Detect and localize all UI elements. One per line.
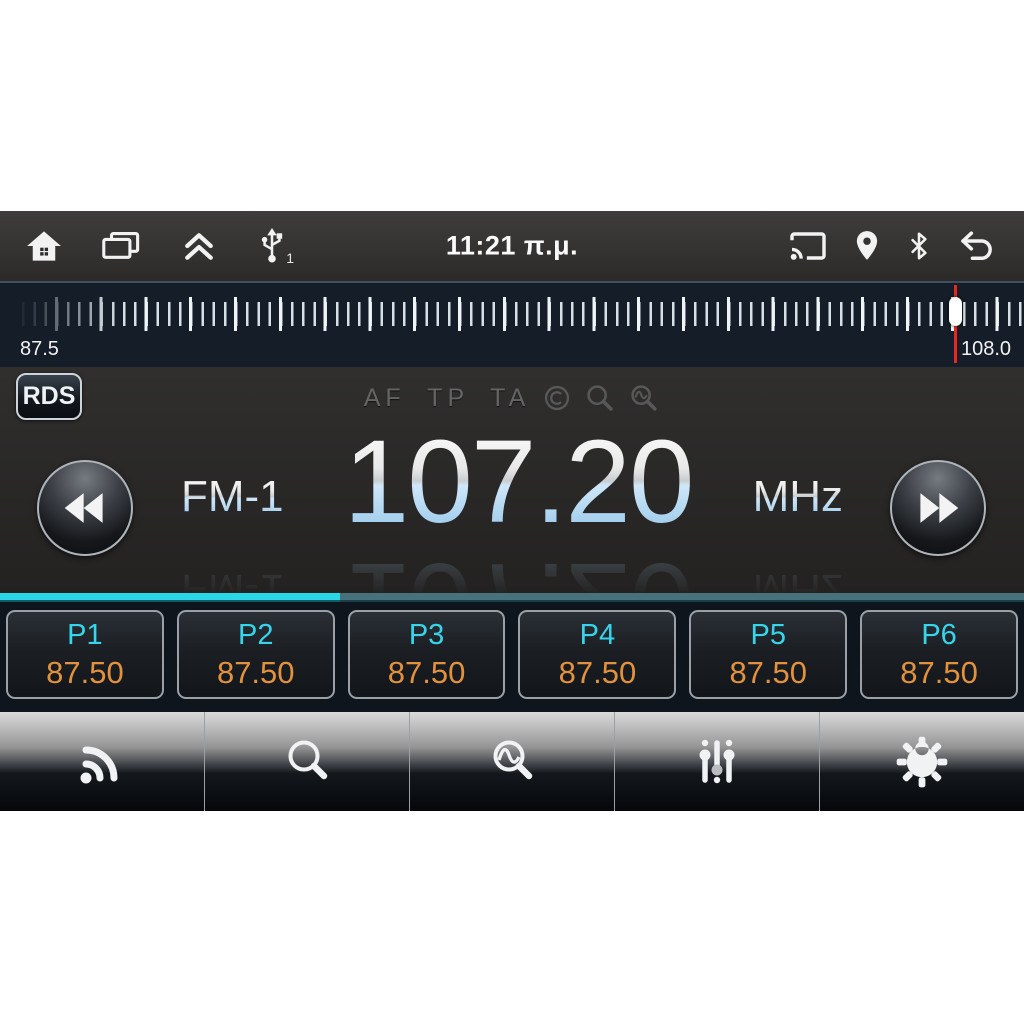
search-button[interactable] (204, 712, 409, 811)
preset-button-6[interactable]: P6 87.50 (860, 610, 1018, 699)
preset-button-4[interactable]: P4 87.50 (518, 610, 677, 699)
cast-icon[interactable] (788, 230, 828, 262)
af-tp-ta-flags: AF TP TA (363, 383, 531, 412)
status-bar: 1 11:21 π.μ. (0, 211, 1024, 281)
preset-value: 87.50 (558, 654, 637, 690)
rewind-icon (62, 493, 108, 523)
preset-button-3[interactable]: P3 87.50 (347, 610, 506, 699)
broadcast-icon (74, 734, 130, 790)
fast-forward-icon (915, 493, 961, 523)
preset-button-1[interactable]: P1 87.50 (6, 610, 164, 699)
seek-down-button[interactable] (37, 460, 133, 556)
pty-circle-icon[interactable] (542, 383, 572, 413)
scale-fade (0, 283, 120, 367)
frequency-readout: FM-1 107.20 MHz (0, 423, 1024, 541)
tuning-scale[interactable]: 87.5 108.0 (0, 281, 1024, 367)
preset-value: 87.50 (46, 654, 124, 690)
accent-progress-line (0, 593, 1024, 602)
search-icon (279, 734, 335, 790)
equalizer-icon (689, 734, 745, 790)
radio-app-screen: 1 11:21 π.μ. 87.5 108.0 RDS AF TP TA FM-… (0, 211, 1024, 811)
scan-icon (484, 734, 540, 790)
major-ticks (10, 297, 1022, 331)
preset-button-5[interactable]: P5 87.50 (689, 610, 848, 699)
usb-count-badge: 1 (286, 250, 294, 266)
settings-gear-icon (895, 735, 949, 789)
bottom-toolbar (0, 712, 1024, 811)
broadcast-button[interactable] (0, 712, 204, 811)
bluetooth-icon[interactable] (906, 229, 932, 263)
equalizer-button[interactable] (614, 712, 819, 811)
preset-button-2[interactable]: P2 87.50 (176, 610, 335, 699)
preset-label: P6 (921, 618, 957, 651)
tuning-indicator-knob[interactable] (949, 297, 962, 326)
search-flag-icon[interactable] (584, 382, 616, 414)
preset-label: P1 (67, 618, 103, 651)
main-display: RDS AF TP TA FM-1 107.20 MHz (0, 367, 1024, 593)
preset-value: 87.50 (900, 654, 978, 690)
scale-min-label: 87.5 (20, 338, 59, 360)
collapse-up-icon[interactable] (180, 230, 218, 262)
back-icon[interactable] (958, 231, 998, 261)
preset-value: 87.50 (216, 654, 295, 690)
scan-flag-icon[interactable] (628, 382, 660, 414)
frequency-unit: MHz (752, 472, 843, 521)
preset-label: P2 (238, 618, 274, 651)
frequency-value: 107.20 (343, 416, 695, 548)
usb-icon[interactable]: 1 (258, 228, 294, 266)
scale-max-label: 108.0 (961, 338, 1012, 360)
preset-label: P4 (579, 618, 616, 651)
preset-value: 87.50 (387, 654, 466, 690)
recent-apps-icon[interactable] (102, 231, 140, 261)
scan-button[interactable] (409, 712, 614, 811)
preset-label: P3 (408, 618, 445, 651)
home-icon[interactable] (26, 230, 62, 262)
settings-button[interactable] (819, 712, 1024, 811)
band-label: FM-1 (180, 472, 284, 521)
preset-label: P5 (750, 618, 786, 651)
preset-value: 87.50 (729, 654, 808, 690)
preset-bar: P1 87.50 P2 87.50 P3 87.50 P4 87.50 P5 8… (0, 602, 1024, 712)
location-icon[interactable] (854, 230, 880, 262)
clock: 11:21 π.μ. (445, 230, 579, 261)
seek-up-button[interactable] (890, 460, 986, 556)
